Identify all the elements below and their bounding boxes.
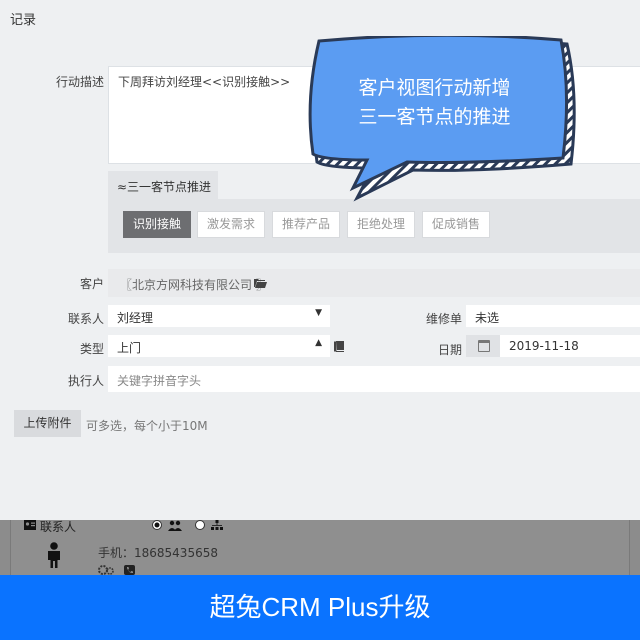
calendar-icon bbox=[478, 340, 490, 352]
type-select[interactable]: 上门 ▲ bbox=[108, 335, 330, 357]
repair-order-label: 维修单 bbox=[425, 312, 462, 326]
stage-button-recommend[interactable]: 推荐产品 bbox=[272, 211, 341, 238]
executor-placeholder: 关键字拼音字头 bbox=[117, 374, 202, 388]
radio-selected-icon[interactable] bbox=[152, 520, 162, 530]
calendar-button[interactable] bbox=[466, 335, 500, 357]
executor-label: 执行人 bbox=[67, 374, 104, 388]
type-value: 上门 bbox=[117, 341, 142, 355]
customer-label: 客户 bbox=[79, 277, 104, 291]
date-label: 日期 bbox=[437, 343, 462, 357]
stage-tab-label: ≈三一客节点推进 bbox=[117, 180, 212, 194]
customer-value: 〖北京方网科技有限公司 〗 bbox=[120, 278, 268, 292]
date-value: 2019-11-18 bbox=[509, 339, 579, 353]
description-text: 下周拜访刘经理<<识别接触>> bbox=[118, 75, 291, 89]
chevron-down-icon: ▼ bbox=[315, 308, 322, 318]
description-label: 行动描述 bbox=[55, 75, 104, 89]
stage-button-stimulate[interactable]: 激发需求 bbox=[197, 211, 266, 238]
repair-order-value: 未选 bbox=[475, 311, 500, 325]
executor-input[interactable]: 关键字拼音字头 bbox=[108, 366, 640, 392]
stage-button-close[interactable]: 促成销售 bbox=[422, 211, 491, 238]
panel-title: 记录 bbox=[10, 13, 37, 28]
upload-hint: 可多选，每个小于10M bbox=[86, 419, 208, 433]
radio-empty-icon[interactable] bbox=[195, 520, 205, 530]
group-icon bbox=[168, 520, 182, 531]
stage-button-objection[interactable]: 拒绝处理 bbox=[347, 211, 416, 238]
bubble-line-2: 三一客节点的推进 bbox=[358, 106, 511, 128]
person-icon bbox=[48, 542, 60, 568]
promo-banner: 超兔CRM Plus升级 bbox=[0, 575, 640, 640]
chevron-up-icon: ▲ bbox=[315, 338, 322, 348]
contact-value: 刘经理 bbox=[117, 311, 154, 325]
promo-text: 超兔CRM Plus升级 bbox=[209, 592, 431, 622]
org-chart-icon bbox=[211, 520, 223, 530]
date-input[interactable]: 2019-11-18 bbox=[500, 335, 640, 357]
contact-label: 联系人 bbox=[67, 312, 104, 326]
bubble-text: 客户视图行动新增 三一客节点的推进 bbox=[322, 74, 547, 132]
contact-select[interactable]: 刘经理 ▼ bbox=[108, 305, 330, 327]
settings-icon[interactable] bbox=[98, 565, 114, 575]
type-label: 类型 bbox=[79, 342, 104, 356]
book-icon[interactable] bbox=[334, 341, 344, 352]
stage-button-identify[interactable]: 识别接触 bbox=[123, 211, 192, 238]
bubble-line-1: 客户视图行动新增 bbox=[358, 77, 511, 99]
repair-order-select[interactable]: 未选 bbox=[466, 305, 640, 327]
upload-attachment-button[interactable]: 上传附件 bbox=[14, 410, 81, 437]
background-contact-card: 联系人 手机：18685435658 bbox=[0, 520, 640, 575]
phone-icon[interactable] bbox=[124, 565, 135, 575]
folder-icon bbox=[254, 279, 267, 288]
contact-card-icon bbox=[24, 520, 36, 530]
contact-phone: 手机：18685435658 bbox=[98, 546, 218, 560]
customer-field[interactable]: 〖北京方网科技有限公司 〗 bbox=[108, 269, 640, 297]
contacts-label: 联系人 bbox=[40, 520, 77, 534]
stage-tab[interactable]: ≈三一客节点推进 bbox=[108, 171, 218, 199]
